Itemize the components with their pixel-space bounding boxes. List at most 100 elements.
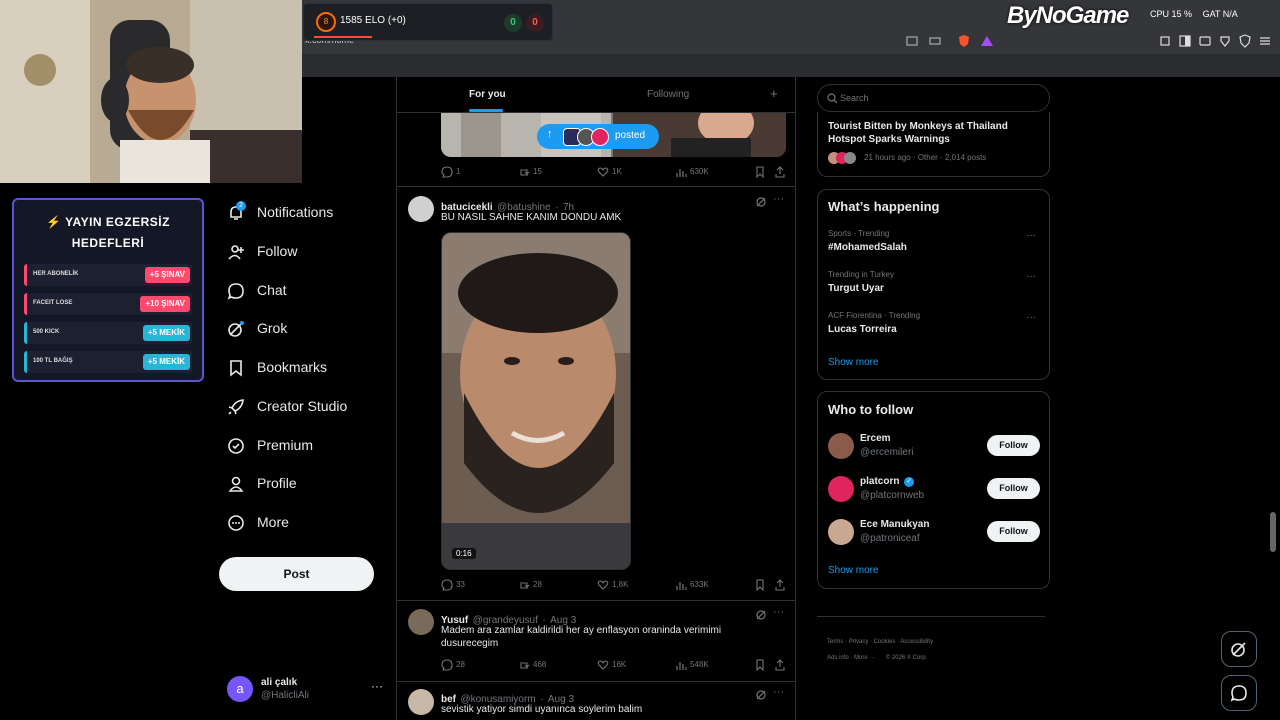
follow-suggestion[interactable]: platcorn ✓ @platcornweb Follow: [818, 473, 1049, 509]
follow-button[interactable]: Follow: [987, 521, 1040, 542]
tweet-video[interactable]: 0:16: [441, 232, 631, 570]
bookmark-icon[interactable]: [754, 579, 766, 591]
footer-link[interactable]: Ads info: [827, 655, 849, 661]
tweet[interactable]: batucicekli @batushine · 7h ··· BU NASIL…: [397, 187, 795, 599]
repost-count: 15: [533, 167, 542, 176]
nav-profile[interactable]: Profile: [220, 466, 390, 502]
person-plus-icon: [227, 243, 245, 261]
rewards-triangle-icon[interactable]: [980, 34, 994, 48]
vpn-shield-icon[interactable]: [1238, 34, 1252, 48]
follow-button[interactable]: Follow: [987, 478, 1040, 499]
extensions-icon[interactable]: [1158, 34, 1172, 48]
translate-icon[interactable]: [905, 34, 919, 48]
video-duration: 0:16: [452, 548, 476, 559]
nav-label: Premium: [257, 437, 314, 453]
post-button[interactable]: Post: [219, 557, 374, 591]
account-more-icon[interactable]: ···: [371, 679, 383, 693]
menu-icon[interactable]: [1258, 34, 1272, 48]
wallet-icon[interactable]: [1198, 34, 1212, 48]
sidebar-toggle-icon[interactable]: [1178, 34, 1192, 48]
share-icon[interactable]: [774, 579, 786, 591]
news-card[interactable]: Tourist Bitten by Monkeys at Thailand Ho…: [817, 112, 1050, 177]
more-options-icon[interactable]: ···: [1026, 230, 1036, 241]
like-count: 1K: [612, 167, 622, 176]
elo-text: 1585 ELO (+0): [340, 15, 406, 26]
trend-name: #MohamedSalah: [828, 242, 907, 253]
footer-link[interactable]: Privacy: [849, 639, 869, 645]
nav-follow[interactable]: Follow: [220, 234, 390, 270]
cpu-label: CPU: [1150, 9, 1170, 19]
more-options-icon[interactable]: ···: [1026, 312, 1036, 323]
streamer-image: [0, 0, 302, 183]
new-posts-pill[interactable]: ↑ posted: [537, 124, 659, 149]
messages-floating-button[interactable]: [1221, 675, 1257, 711]
nav-more[interactable]: More: [220, 505, 390, 541]
bookmark-icon[interactable]: [754, 166, 766, 178]
tab-for-you[interactable]: For you: [469, 89, 506, 100]
footer-link[interactable]: Accessibility: [900, 639, 933, 645]
more-circle-icon: [227, 514, 245, 532]
tweet-text: Madem ara zamlar kaldirildi her ay enfla…: [441, 625, 722, 649]
goals-title: ⚡ YAYIN EGZERSİZ HEDEFLERİ: [14, 212, 202, 254]
tab-following[interactable]: Following: [647, 89, 689, 100]
trend-meta: Trending in Turkey: [828, 270, 894, 279]
tweet[interactable]: Yusuf @grandeyusuf · Aug 3 ··· Madem ara…: [397, 601, 795, 680]
avatar: [844, 152, 856, 164]
verified-badge-icon: ✓: [904, 477, 914, 487]
bookmark-icon[interactable]: [754, 659, 766, 671]
losses-count: 0: [526, 14, 544, 32]
nav-label: Grok: [257, 320, 288, 336]
more-options-icon[interactable]: ···: [773, 606, 784, 618]
avatar: [591, 128, 609, 146]
goals-title-line2: HEDEFLERİ: [71, 236, 145, 250]
chat-bubble-icon: [1230, 684, 1248, 702]
footer-link[interactable]: Cookies: [874, 639, 896, 645]
bookmark-icon: [227, 359, 245, 377]
follow-suggestion[interactable]: Ercem @ercemileri Follow: [818, 430, 1049, 466]
nav-creator-studio[interactable]: Creator Studio: [220, 389, 390, 425]
more-options-icon[interactable]: ···: [1026, 271, 1036, 282]
show-more-link[interactable]: Show more: [828, 565, 879, 576]
account-switcher[interactable]: a ali çalık @HalicliAli ···: [226, 673, 386, 709]
screen-cast-icon[interactable]: [928, 34, 942, 48]
show-more-link[interactable]: Show more: [828, 357, 879, 368]
grok-icon[interactable]: [755, 689, 767, 701]
goal-row: HER ABONELİK +5 ŞINAV: [24, 264, 192, 286]
tweet[interactable]: bef @konusamiyorm · Aug 3 ··· sevistik y…: [397, 682, 795, 720]
grok-floating-button[interactable]: [1221, 631, 1257, 667]
follow-suggestion[interactable]: Ece Manukyan @patroniceaf Follow: [818, 516, 1049, 552]
more-options-icon[interactable]: ···: [773, 193, 784, 205]
nav-premium[interactable]: Premium: [220, 428, 390, 464]
scrollbar[interactable]: [1270, 512, 1276, 552]
who-to-follow-panel: Who to follow Ercem @ercemileri Follow p…: [817, 391, 1050, 589]
view-count: 630K: [690, 167, 709, 176]
trend-item[interactable]: ACF Fiorentina · Trending Lucas Torreira…: [818, 308, 1049, 346]
trend-item[interactable]: Sports · Trending #MohamedSalah ···: [818, 226, 1049, 264]
footer-link[interactable]: More ···: [854, 655, 875, 661]
rewards-icon[interactable]: [1218, 34, 1232, 48]
add-tab-icon[interactable]: +: [770, 86, 778, 101]
search-icon: [827, 93, 838, 104]
nav-chat[interactable]: Chat: [220, 273, 390, 309]
brave-shield-icon[interactable]: [957, 34, 971, 48]
timeline: For you Following + ↑ posted 1 15 1K 630…: [396, 77, 796, 720]
grok-icon[interactable]: [755, 609, 767, 621]
nav-bookmarks[interactable]: Bookmarks: [220, 350, 390, 386]
more-options-icon[interactable]: ···: [773, 686, 784, 698]
nav-notifications[interactable]: 2 Notifications: [220, 195, 390, 231]
trend-meta: Sports · Trending: [828, 229, 890, 238]
grok-icon[interactable]: [755, 196, 767, 208]
nav-grok[interactable]: Grok: [220, 311, 390, 347]
repost-count: 468: [533, 660, 547, 669]
elo-progress-bar: [314, 36, 372, 38]
trend-item[interactable]: Trending in Turkey Turgut Uyar ···: [818, 267, 1049, 305]
grok-icon: [1230, 640, 1248, 658]
suggestion-handle: @ercemileri: [860, 447, 914, 458]
search-input[interactable]: Search: [817, 84, 1050, 112]
follow-button[interactable]: Follow: [987, 435, 1040, 456]
footer-link[interactable]: Terms: [827, 639, 843, 645]
goal-row: 500 KICK +5 MEKİK: [24, 322, 192, 344]
share-icon[interactable]: [774, 659, 786, 671]
suggestion-name: platcorn: [860, 476, 900, 487]
share-icon[interactable]: [774, 166, 786, 178]
